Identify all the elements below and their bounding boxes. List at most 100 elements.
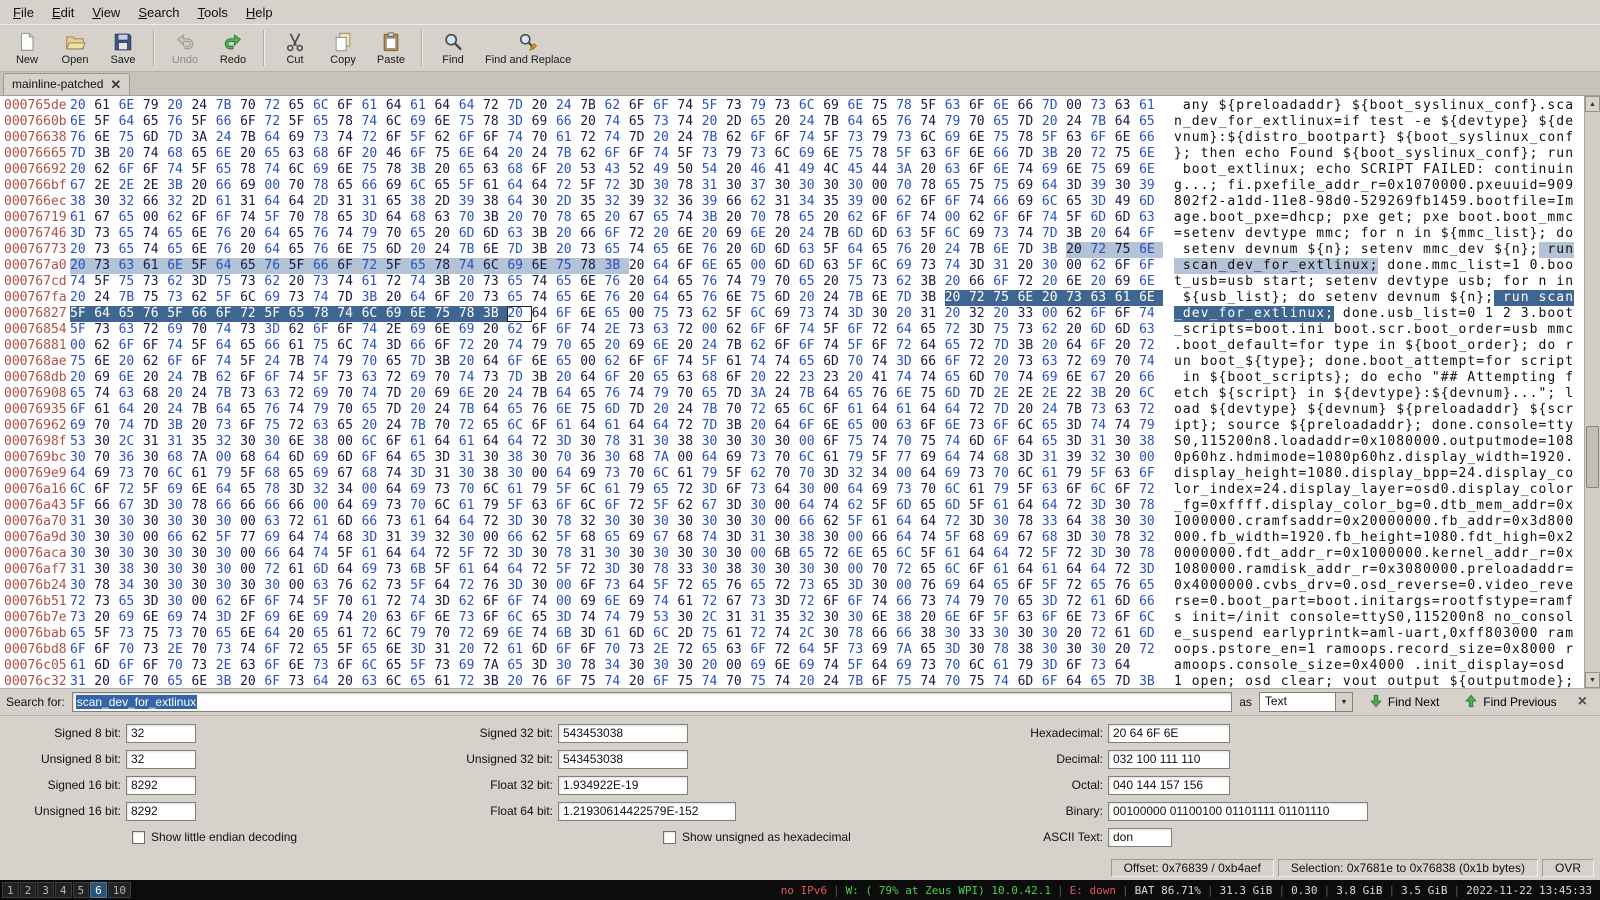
ascii-char[interactable]: t [1432,674,1441,688]
ascii-char[interactable]: t [1530,210,1539,226]
hex-byte[interactable]: 68 [240,450,264,466]
hex-byte[interactable]: 62 [216,594,240,610]
ascii-char[interactable]: t [1236,642,1245,658]
ascii-char[interactable]: s [1307,658,1316,674]
hex-byte[interactable]: 64 [264,626,288,642]
hex-byte[interactable]: 20 [240,146,264,162]
ascii-char[interactable]: l [1530,194,1539,210]
hex-byte[interactable]: 30 [993,514,1017,530]
hex-byte[interactable]: 38 [726,562,750,578]
ascii-char[interactable]: e [1192,210,1201,226]
ascii-char[interactable]: a [1254,562,1263,578]
hex-byte[interactable]: 30 [872,306,896,322]
ascii-char[interactable]: f [1441,514,1450,530]
ascii-char[interactable]: . [1565,450,1574,466]
ascii-char[interactable]: $ [1218,386,1227,402]
hex-byte[interactable]: 5F [1018,482,1042,498]
hex-byte[interactable]: 74 [580,610,604,626]
ascii-char[interactable]: l [1485,130,1494,146]
hex-byte[interactable]: 64 [1018,498,1042,514]
hex-byte[interactable]: 5F [920,98,944,114]
ascii-char[interactable]: y [1343,338,1352,354]
hex-byte[interactable]: 72 [1018,546,1042,562]
ascii-char[interactable]: { [1316,402,1325,418]
ascii-char[interactable]: d [1530,178,1539,194]
ascii-char[interactable]: d [1343,178,1352,194]
hex-byte[interactable]: 6F [264,370,288,386]
hex-byte[interactable]: 65 [1139,578,1163,594]
hex-byte[interactable]: 32 [434,530,458,546]
ascii-char[interactable]: a [1494,546,1503,562]
hex-byte[interactable]: 20 [993,354,1017,370]
hex-byte[interactable]: 73 [337,370,361,386]
ascii-char[interactable] [1441,290,1450,306]
hex-byte[interactable]: 49 [1115,194,1139,210]
ascii-char[interactable]: d [1485,466,1494,482]
ascii-char[interactable]: d [1290,210,1299,226]
ascii-char[interactable]: v [1556,578,1565,594]
ascii-char[interactable]: n [1512,98,1521,114]
ascii-char[interactable]: . [1432,498,1441,514]
ascii-char[interactable]: P [1396,162,1405,178]
hex-byte[interactable]: 72 [289,418,313,434]
new-button[interactable]: New [4,26,50,70]
ascii-char[interactable] [1441,674,1450,688]
hex-byte[interactable]: 72 [702,594,726,610]
ascii-char[interactable]: m [1183,658,1192,674]
hex-byte[interactable]: 69 [726,450,750,466]
ascii-char[interactable]: t [1503,450,1512,466]
hex-byte[interactable]: 75 [555,258,581,274]
ascii-char[interactable]: c [1521,610,1530,626]
ascii-char[interactable]: _ [1476,146,1485,162]
ascii-char[interactable]: h [1263,146,1272,162]
hex-byte[interactable]: 70 [969,114,993,130]
hex-byte[interactable]: 78 [920,178,944,194]
hex-byte[interactable]: 66 [264,338,288,354]
hex-byte[interactable]: 6D [1115,210,1139,226]
ascii-char[interactable]: 1 [1174,562,1183,578]
hex-byte[interactable]: 3D [1090,194,1114,210]
hex-byte[interactable]: 73 [629,642,653,658]
ascii-char[interactable]: t [1263,546,1272,562]
ascii-char[interactable]: s [1325,274,1334,290]
ascii-char[interactable]: i [1210,610,1219,626]
hex-byte[interactable]: 3D [848,306,872,322]
hex-byte[interactable]: 20 [1115,370,1139,386]
hex-byte[interactable]: 70 [775,450,799,466]
ascii-char[interactable]: _ [1530,546,1539,562]
ascii-char[interactable]: c [1387,322,1396,338]
ascii-char[interactable]: p [1467,562,1476,578]
ascii-char[interactable]: i [1521,178,1530,194]
ascii-char[interactable]: n [1476,386,1485,402]
hex-byte[interactable]: 6F [993,418,1017,434]
ascii-char[interactable]: v [1174,130,1183,146]
ascii-char[interactable]: n [1361,306,1370,322]
hex-byte[interactable]: 62 [969,210,993,226]
hex-byte[interactable]: 73 [1090,658,1114,674]
ascii-char[interactable]: c [1476,226,1485,242]
hex-byte[interactable]: 74 [337,130,361,146]
ascii-char[interactable]: s [1183,242,1192,258]
hex-byte[interactable]: 65 [119,242,143,258]
hex-byte[interactable]: 70 [337,386,361,402]
hex-byte[interactable]: 63 [119,322,143,338]
ascii-char[interactable]: x [1352,546,1361,562]
ascii-char[interactable]: i [1476,258,1485,274]
hex-byte[interactable]: 31 [702,178,726,194]
ascii-char[interactable]: 2 [1503,306,1512,322]
scroll-up-icon[interactable]: ▲ [1585,96,1600,112]
ascii-char[interactable]: e [1307,178,1316,194]
hex-byte[interactable]: 6E [1066,610,1090,626]
hex-byte[interactable]: 5F [580,178,604,194]
hex-byte[interactable]: 3D [1066,418,1090,434]
ascii-char[interactable] [1352,370,1361,386]
ascii-char[interactable]: 0 [1218,546,1227,562]
hex-byte[interactable]: 6E [119,98,143,114]
ascii-char[interactable]: i [1210,322,1219,338]
ascii-char[interactable]: t [1556,418,1565,434]
hex-byte[interactable]: 6C [1018,466,1042,482]
ascii-char[interactable]: t [1467,434,1476,450]
hex-byte[interactable]: 6E [531,258,556,274]
hex-byte[interactable]: 35 [580,194,604,210]
ascii-char[interactable]: 0 [1210,514,1219,530]
